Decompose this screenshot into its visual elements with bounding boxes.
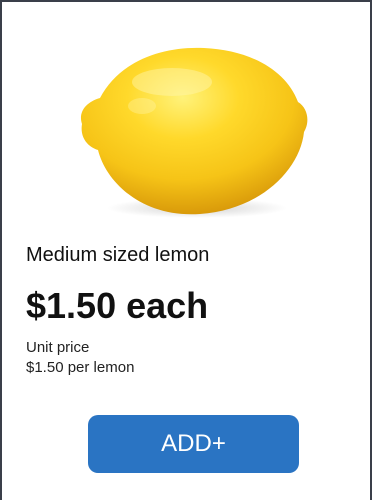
add-to-cart-button[interactable]: ADD+	[88, 415, 299, 473]
product-price: $1.50 each	[26, 285, 209, 326]
unit-price-label: Unit price	[26, 339, 90, 356]
lemon-image	[72, 42, 312, 222]
unit-price-value: $1.50 per lemon	[26, 359, 135, 376]
product-name: Medium sized lemon	[26, 244, 210, 266]
lemon-icon	[80, 47, 308, 218]
product-card: Medium sized lemon $1.50 each Unit price…	[0, 0, 372, 500]
